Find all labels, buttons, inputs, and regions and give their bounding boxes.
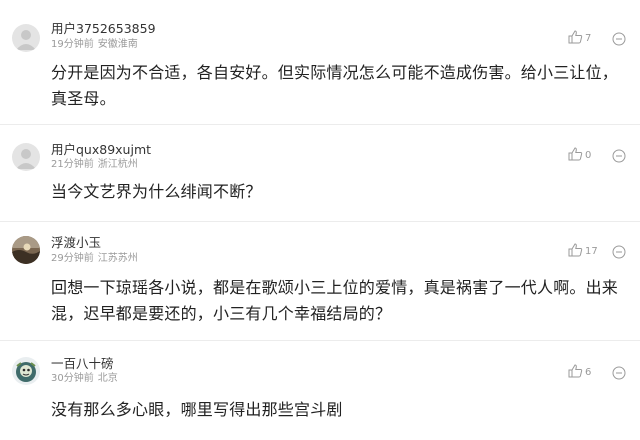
comment-text: 没有那么多心眼，哪里写得出那些宫斗剧 [51, 400, 343, 419]
comment-text: 回想一下琼瑶各小说，都是在歌颂小三上位的爱情，真是祸害了一代人啊。出来混，迟早都… [51, 278, 619, 323]
comment-username[interactable]: 浮渡小玉 [51, 235, 101, 250]
like-count: 7 [585, 33, 592, 44]
comment-text: 当今文艺界为什么绯闻不断？ [51, 182, 262, 201]
comment-item: 用户3752653859 19分钟前 安徽淮南 分开是因为不合适，各自安好。但实际… [0, 0, 640, 124]
comment-username[interactable]: 一百八十磅 [51, 356, 114, 371]
thumbs-up-icon [568, 147, 583, 161]
comment-time: 19分钟前 [51, 39, 94, 50]
like-button[interactable]: 7 [568, 30, 591, 44]
like-count: 17 [585, 246, 598, 257]
like-button[interactable]: 0 [568, 147, 591, 161]
comment-username[interactable]: 用户qux89xujmt [51, 142, 151, 157]
thumbs-up-icon [568, 30, 583, 44]
comment-meta: 21分钟前 浙江杭州 [51, 159, 138, 171]
like-count: 0 [585, 150, 592, 161]
comment-time: 21分钟前 [51, 159, 94, 170]
comment-location: 安徽淮南 [97, 39, 138, 50]
like-count: 6 [585, 367, 592, 378]
like-button[interactable]: 17 [568, 243, 598, 257]
more-options-icon[interactable] [612, 244, 626, 259]
more-options-icon[interactable] [612, 148, 626, 163]
thumbs-up-icon [568, 243, 583, 257]
cartoon-avatar[interactable] [12, 357, 40, 385]
comment-text: 分开是因为不合适，各自安好。但实际情况怎么可能不造成伤害。给小三让位，真圣母。 [51, 63, 619, 108]
comment-location: 浙江杭州 [97, 159, 138, 170]
comment-meta: 19分钟前 安徽淮南 [51, 39, 138, 51]
default-avatar-icon[interactable] [12, 24, 40, 52]
comment-time: 30分钟前 [51, 373, 94, 384]
comment-meta: 29分钟前 江苏苏州 [51, 253, 138, 265]
comment-location: 江苏苏州 [97, 253, 138, 264]
comment-time: 29分钟前 [51, 253, 94, 264]
like-button[interactable]: 6 [568, 364, 591, 378]
default-avatar-icon[interactable] [12, 143, 40, 171]
comment-item: 浮渡小玉 29分钟前 江苏苏州 回想一下琼瑶各小说，都是在歌颂小三上位的爱情，真是… [0, 222, 640, 340]
comment-location: 北京 [97, 373, 118, 384]
comment-item: 一百八十磅 30分钟前 北京 没有那么多心眼，哪里写得出那些宫斗剧 6 [0, 341, 640, 440]
more-options-icon[interactable] [612, 365, 626, 380]
sunset-photo-avatar[interactable] [12, 236, 40, 264]
more-options-icon[interactable] [612, 31, 626, 46]
comment-item: 用户qux89xujmt 21分钟前 浙江杭州 当今文艺界为什么绯闻不断？ 0 [0, 125, 640, 221]
thumbs-up-icon [568, 364, 583, 378]
comment-username[interactable]: 用户3752653859 [51, 21, 156, 36]
comment-meta: 30分钟前 北京 [51, 373, 118, 385]
